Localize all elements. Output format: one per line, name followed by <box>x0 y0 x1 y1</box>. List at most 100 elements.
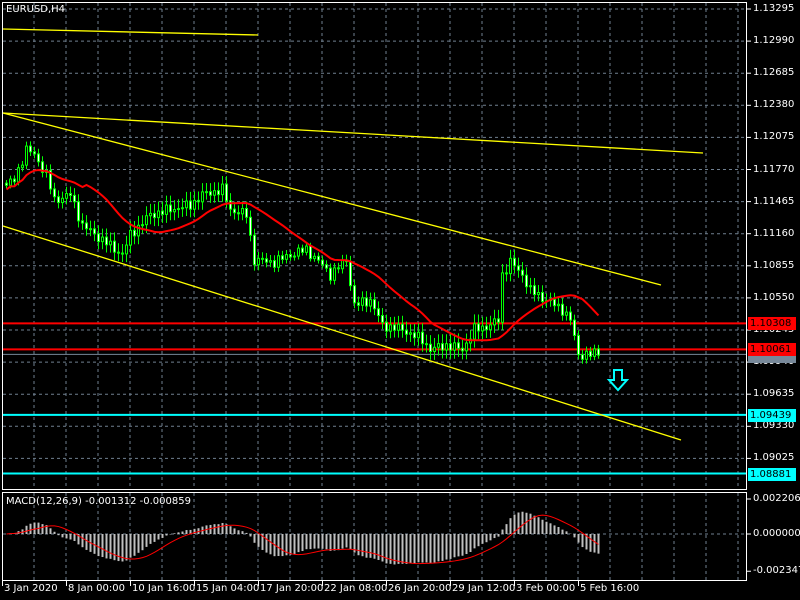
candle <box>413 324 416 346</box>
candle-body <box>177 208 180 211</box>
candle <box>77 194 80 228</box>
candle <box>437 334 440 356</box>
candle-body <box>229 200 232 210</box>
price-axis-label: 1.09330 <box>753 420 795 432</box>
candle <box>53 182 56 203</box>
candle <box>13 175 16 186</box>
candle <box>369 292 372 313</box>
candle <box>201 183 204 210</box>
candle-body <box>5 182 8 186</box>
price-axis-label: 1.12990 <box>753 35 795 47</box>
candle-body <box>393 324 396 331</box>
candle-body <box>133 229 136 237</box>
candle <box>265 252 268 268</box>
candle <box>445 334 448 359</box>
candle <box>133 221 136 245</box>
candle <box>149 203 152 225</box>
candle-body <box>117 251 120 254</box>
price-axis-label: 1.09635 <box>753 388 795 400</box>
candle-body <box>265 258 268 263</box>
candle <box>377 301 380 323</box>
candle <box>261 252 264 265</box>
candle-body <box>389 324 392 332</box>
candle <box>301 244 304 256</box>
candle <box>141 215 144 234</box>
candle <box>433 338 436 360</box>
candle-body <box>353 285 356 304</box>
candle <box>529 277 532 294</box>
candle-body <box>401 323 404 331</box>
candle-body <box>405 329 408 335</box>
candle <box>237 205 240 221</box>
candle-body <box>541 291 544 303</box>
candle-body <box>69 193 72 196</box>
candle <box>249 210 252 242</box>
candle-body <box>493 318 496 326</box>
time-axis-label: 29 Jan 12:00 <box>452 583 516 594</box>
candle-body <box>289 254 292 258</box>
candle-body <box>449 343 452 351</box>
candle <box>221 176 224 202</box>
candle-body <box>509 257 512 275</box>
candle-body <box>77 201 80 222</box>
candle-body <box>485 325 488 331</box>
candle <box>485 316 488 338</box>
candle <box>29 141 32 157</box>
candle-body <box>585 350 588 360</box>
candle <box>557 297 560 312</box>
price-axis-label: 1.10855 <box>753 259 795 271</box>
candle <box>305 242 308 256</box>
candle-body <box>181 207 184 210</box>
candle-body <box>113 240 116 253</box>
price-axis-label: 1.12685 <box>753 67 795 79</box>
candle-body <box>593 348 596 357</box>
candle-body <box>201 191 204 203</box>
candle-body <box>409 332 412 335</box>
candle-body <box>225 183 228 202</box>
candle-body <box>489 324 492 331</box>
candle <box>329 263 332 285</box>
candle-body <box>101 236 104 243</box>
candle-body <box>365 297 368 307</box>
candle <box>229 193 232 217</box>
macd-axis-label: 0.000000 <box>753 528 800 539</box>
candle-body <box>313 255 316 260</box>
candle-body <box>281 255 284 260</box>
candle-body <box>425 343 428 346</box>
candle-body <box>505 272 508 275</box>
candle-body <box>521 269 524 276</box>
candle-body <box>341 259 344 270</box>
candle <box>313 252 316 262</box>
candle <box>401 315 404 338</box>
candle-body <box>309 245 312 260</box>
candle-body <box>197 199 200 203</box>
candle <box>453 333 456 359</box>
candle <box>153 203 156 227</box>
candle-body <box>513 257 516 267</box>
candle-body <box>437 343 440 348</box>
candle <box>197 191 200 210</box>
time-axis-label: 22 Jan 08:00 <box>324 583 388 594</box>
time-axis-label: 5 Feb 16:00 <box>580 583 640 594</box>
candle-body <box>569 311 572 321</box>
price-level-tag: 1.10308 <box>748 317 796 331</box>
time-axis-label: 26 Jan 20:00 <box>388 583 452 594</box>
candle <box>121 244 124 263</box>
candle-body <box>537 291 540 296</box>
candle <box>393 316 396 338</box>
candle <box>113 232 116 261</box>
price-chart[interactable] <box>0 0 800 600</box>
candle-body <box>501 272 504 323</box>
candle-body <box>457 342 460 349</box>
candle <box>337 262 340 274</box>
candle <box>537 285 540 302</box>
candle-body <box>597 348 600 356</box>
candle-body <box>245 207 248 218</box>
candle-body <box>421 331 424 345</box>
candle <box>169 195 172 221</box>
candle-body <box>557 303 560 307</box>
candle <box>93 220 96 242</box>
candle <box>281 250 284 264</box>
candle-body <box>21 164 24 169</box>
candle-body <box>157 210 160 219</box>
